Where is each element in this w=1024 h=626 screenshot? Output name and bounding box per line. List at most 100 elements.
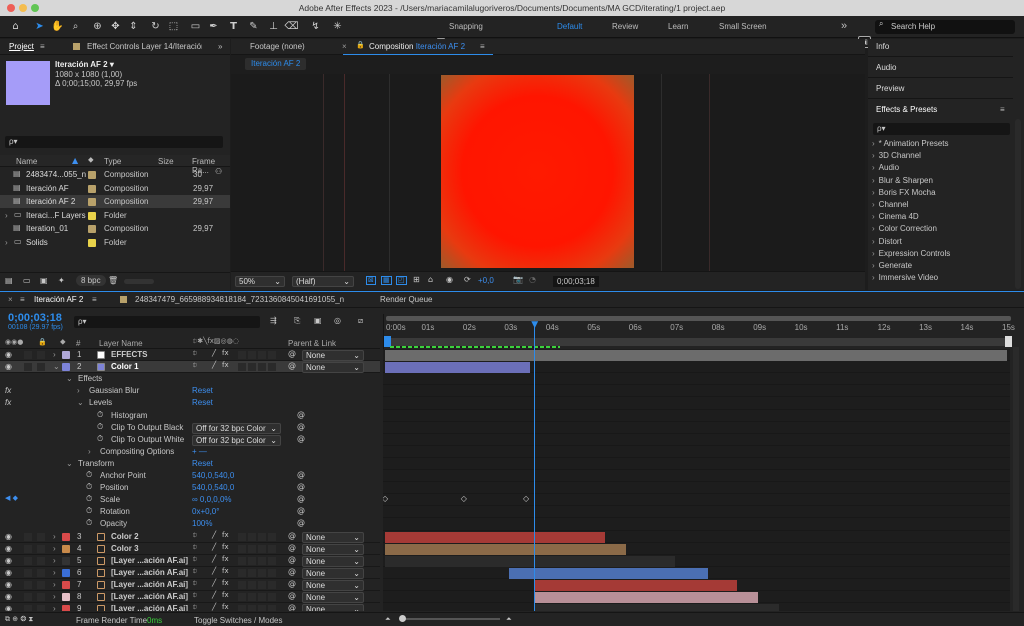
property-row[interactable]: ⌄ Transform Reset [0, 458, 380, 470]
effects-category-item[interactable]: › Audio [872, 162, 1012, 174]
mask-visibility-icon[interactable]: ⌂ [428, 276, 433, 284]
quality-switch-icon[interactable]: ╱ [212, 362, 216, 369]
expression-pickwhip-icon[interactable]: @ [297, 483, 305, 491]
maximize-window-button[interactable] [31, 4, 39, 12]
switch-toggle[interactable] [258, 580, 266, 589]
eye-icon[interactable]: ◉ [5, 532, 12, 541]
stopwatch-icon[interactable]: ⏱ [86, 519, 92, 527]
expression-pickwhip-icon[interactable]: @ [297, 410, 305, 419]
label-swatch[interactable] [88, 225, 96, 233]
chevron-right-icon[interactable]: › [5, 236, 8, 249]
preview-panel-header[interactable]: Preview [876, 84, 904, 93]
eye-icon[interactable]: ◉ [5, 556, 12, 565]
work-area-end-handle[interactable] [1005, 336, 1012, 347]
effects-menu-icon[interactable]: ≡ [1000, 105, 1005, 114]
trash-icon[interactable]: 🗑 [108, 277, 118, 285]
chevron-down-icon[interactable]: ⌄ [77, 397, 84, 409]
parent-select[interactable]: None ⌄ [302, 555, 364, 567]
timeline-zoom-slider[interactable] [400, 618, 500, 620]
layer-name[interactable]: Color 3 [111, 543, 139, 555]
effects-switch-icon[interactable]: fx [222, 543, 229, 551]
layer-row[interactable]: ◉ › 6 [Layer ...ación AF.ai] ⯐ ╱ fx @ None ⌄ [0, 567, 380, 579]
project-item-row[interactable]: ▤ Iteración AF Composition 29,97 [0, 182, 230, 195]
label-swatch[interactable] [88, 171, 96, 179]
tab-effect-controls[interactable]: Effect Controls Layer 14/Iteración [87, 39, 202, 55]
quality-switch-icon[interactable]: ╱ [212, 604, 216, 611]
shy-switch-icon[interactable]: ⯐ [192, 555, 197, 563]
dolly-tool-icon[interactable]: ⇕ [126, 19, 141, 34]
project-item-row[interactable]: ▤ 2483474...055_n Composition 30 [0, 168, 230, 181]
label-swatch[interactable] [88, 211, 96, 220]
pick-whip-icon[interactable]: @ [288, 567, 296, 576]
project-item-row[interactable]: ▭ › Iteraci...F Layers Folder [0, 209, 230, 222]
comp-breadcrumb-chip[interactable]: Iteración AF 2 [245, 58, 307, 70]
info-panel-header[interactable]: Info [876, 42, 889, 51]
switch-toggle[interactable] [248, 605, 256, 611]
lock-toggle[interactable] [37, 363, 45, 372]
comp-name-title[interactable]: Iteración AF 2 ▾ [55, 60, 114, 69]
layer-label-swatch[interactable] [62, 544, 70, 553]
workspace-small-screen[interactable]: Small Screen [719, 20, 767, 34]
property-value[interactable]: Reset [192, 458, 213, 470]
workspace-default[interactable]: Default [557, 20, 582, 34]
stopwatch-icon[interactable]: ⏱ [86, 495, 92, 503]
tab-timeline-comp[interactable]: Iteración AF 2 [34, 292, 83, 308]
snapshot-camera-icon[interactable]: 📷 [513, 276, 523, 284]
audio-panel-header[interactable]: Audio [876, 63, 896, 72]
solo-toggle[interactable] [24, 593, 32, 601]
layer-name[interactable]: Color 1 [111, 361, 139, 373]
layer-name[interactable]: [Layer ...ación AF.ai] [111, 567, 188, 579]
switch-toggle[interactable] [248, 351, 256, 359]
switch-toggle[interactable] [238, 544, 246, 553]
clone-stamp-tool-icon[interactable]: ⊥ [266, 19, 281, 34]
shy-switch-icon[interactable]: ⯐ [192, 543, 197, 551]
chevron-right-icon[interactable]: › [53, 591, 56, 603]
home-icon[interactable]: ⌂ [8, 19, 23, 34]
playhead-line[interactable] [534, 323, 536, 611]
layer-row[interactable]: ◉ › 4 Color 3 ⯐ ╱ fx @ None ⌄ [0, 543, 380, 555]
expression-pickwhip-icon[interactable]: @ [297, 495, 305, 503]
effects-category-item[interactable]: › Immersive Video [872, 272, 1012, 284]
switch-toggle[interactable] [268, 351, 276, 359]
parent-select[interactable]: None ⌄ [302, 579, 364, 591]
effects-switch-icon[interactable]: fx [222, 350, 229, 357]
puppet-tool-icon[interactable]: ✳ [330, 19, 345, 34]
layer-name[interactable]: [Layer ...ación AF.ai] [111, 591, 188, 603]
fast-preview-icon[interactable]: ⊠ [366, 276, 376, 285]
comp-mini-flowchart-icon[interactable]: ⇶ [270, 317, 277, 325]
quality-switch-icon[interactable]: ╱ [212, 592, 216, 599]
keyframe-nav-icon[interactable]: ◀ ◆ [5, 495, 18, 502]
property-value[interactable]: 540,0,540,0 [192, 470, 234, 482]
zoom-out-icon[interactable]: ⏶ [385, 616, 391, 623]
zoom-in-icon[interactable]: ⏶ [506, 616, 512, 623]
composition-canvas[interactable] [441, 75, 634, 268]
switch-toggle[interactable] [258, 593, 266, 601]
switch-toggle[interactable] [268, 556, 276, 565]
layer-row[interactable]: ◉ ⌄ 2 Color 1 ⯐ ╱ fx @ None ⌄ [0, 361, 380, 374]
effects-search-input[interactable]: ρ▾ [873, 123, 1010, 135]
chevron-right-icon[interactable]: › [53, 603, 56, 611]
switch-toggle[interactable] [268, 568, 276, 577]
parent-select[interactable]: None ⌄ [302, 592, 364, 603]
close-window-button[interactable] [7, 4, 15, 12]
property-row[interactable]: ⏱ Position 540,0,540,0 @ [0, 482, 380, 494]
stopwatch-icon[interactable]: ⏱ [97, 434, 103, 443]
quality-switch-icon[interactable]: ╱ [212, 531, 216, 539]
eye-icon[interactable]: ◉ [5, 580, 12, 589]
time-navigator[interactable] [386, 316, 1011, 321]
region-of-interest-icon[interactable]: ◰ [396, 276, 407, 285]
pan-behind-tool-icon[interactable]: ⬚ [166, 19, 181, 34]
search-help-input[interactable]: ⌕ Search Help [875, 20, 1015, 34]
layer-row[interactable]: ◉ › 8 [Layer ...ación AF.ai] ⯐ ╱ fx @ None ⌄ [0, 591, 380, 604]
switch-toggle[interactable] [238, 532, 246, 541]
effects-category-item[interactable]: › Channel [872, 199, 1012, 211]
work-area-bar[interactable] [384, 338, 1011, 346]
solo-toggle[interactable] [24, 363, 32, 372]
switch-toggle[interactable] [248, 544, 256, 553]
timeline-search-input[interactable]: ρ▾ [74, 316, 260, 328]
tab-project[interactable]: Project [9, 39, 34, 55]
layer-name[interactable]: Color 2 [111, 531, 139, 543]
switch-toggle[interactable] [258, 363, 266, 372]
keyframe-icon[interactable]: ◇ [523, 495, 529, 503]
effects-category-item[interactable]: › Expression Controls [872, 248, 1012, 260]
